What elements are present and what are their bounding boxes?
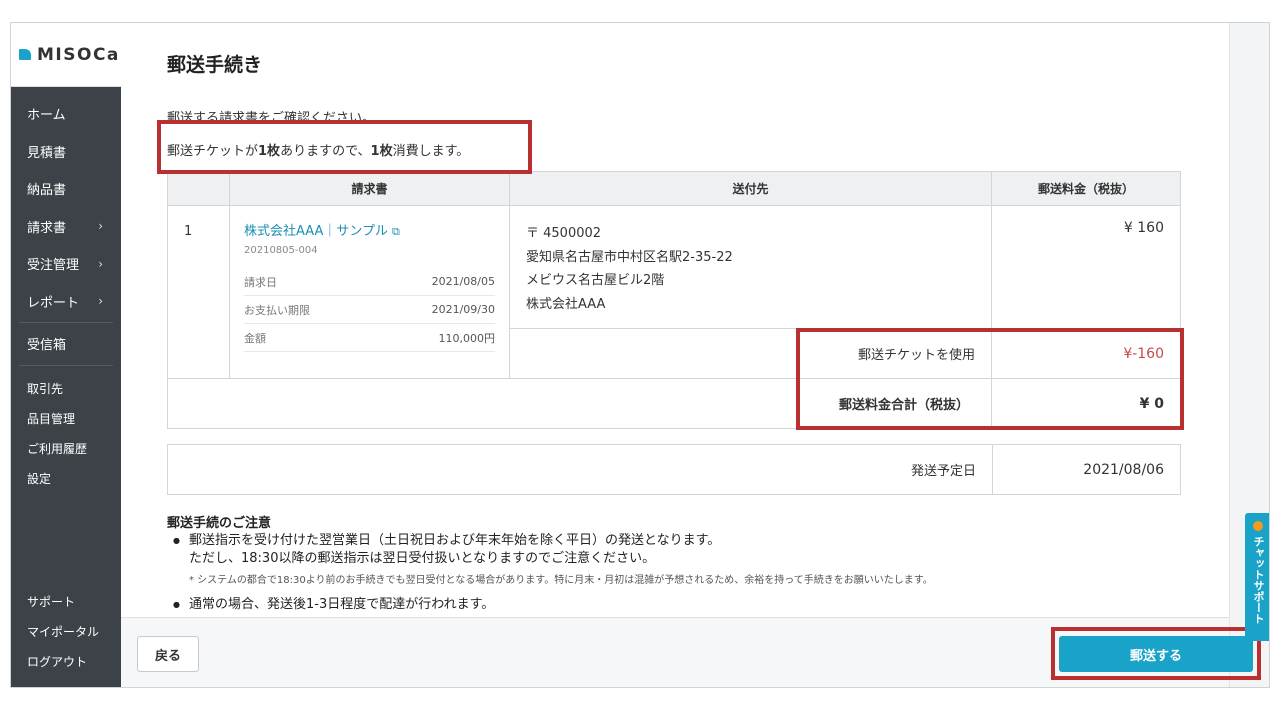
sidebar-item-label: 納品書 (27, 183, 67, 199)
field-value: 2021/08/05 (431, 275, 495, 288)
column-header-destination: 送付先 (509, 171, 992, 206)
invoice-number: 20210805-004 (244, 245, 318, 256)
chevron-right-icon: › (98, 294, 103, 309)
sidebar: MISOCa ホーム 見積書 納品書 請求書 › 受注管理 › レポート › 受信箱 … (11, 23, 121, 687)
sidebar-item-inbox[interactable]: 受信箱 (11, 325, 121, 363)
sidebar-item-logout[interactable]: ログアウト (11, 646, 121, 676)
footer-bar: 戻る 郵送する (121, 617, 1261, 687)
invoice-cell: 株式会社AAA｜サンプル ⧉ 20210805-004 請求日 2021/08/05… (229, 205, 510, 379)
sidebar-item-delivery-notes[interactable]: 納品書 (11, 170, 121, 208)
back-button[interactable]: 戻る (137, 636, 199, 672)
brand-name: MISOCa (37, 44, 120, 65)
sidebar-item-products[interactable]: 品目管理 (11, 403, 121, 433)
app-window: MISOCa ホーム 見積書 納品書 請求書 › 受注管理 › レポート › 受信箱 … (10, 22, 1270, 688)
sidebar-item-label: サポート (27, 594, 76, 609)
sidebar-item-orders[interactable]: 受注管理 › (11, 245, 121, 283)
sidebar-item-settings[interactable]: 設定 (11, 463, 121, 493)
sidebar-item-usage-history[interactable]: ご利用履歴 (11, 433, 121, 463)
brand-logo[interactable]: MISOCa (11, 23, 121, 87)
field-value: 110,000円 (438, 331, 496, 345)
sidebar-item-quotes[interactable]: 見積書 (11, 133, 121, 171)
external-link-icon: ⧉ (392, 225, 400, 238)
shipping-date-value: 2021/08/06 (992, 444, 1181, 495)
page-title: 郵送手続き (167, 54, 263, 76)
notes-list: 郵送指示を受け付けた翌営業日（土日祝日および年末年始を除く平日）の発送となります… (167, 532, 1167, 568)
invoice-field-row: 請求日 2021/08/05 (244, 268, 495, 296)
sidebar-item-label: 設定 (27, 471, 52, 486)
shipping-date-label: 発送予定日 (167, 444, 993, 495)
sidebar-item-label: ホーム (27, 108, 66, 124)
highlight-box (157, 120, 532, 174)
building: メビウス名古屋ビル2階 (526, 273, 665, 288)
sidebar-divider (19, 364, 113, 366)
row-number: 1 (167, 205, 230, 379)
column-header-invoice: 請求書 (229, 171, 510, 206)
sidebar-nav-footer: サポート マイポータル ログアウト (11, 586, 121, 676)
sidebar-item-label: 見積書 (27, 145, 67, 161)
invoice-name: 株式会社AAA｜サンプル (244, 224, 389, 239)
status-dot-icon (1253, 521, 1263, 531)
sidebar-item-label: ログアウト (27, 654, 88, 669)
address: 愛知県名古屋市中村区名駅2-35-22 (526, 249, 733, 265)
invoice-field-row: お支払い期限 2021/09/30 (244, 296, 495, 324)
shipping-date-row: 発送予定日 2021/08/06 (167, 444, 1181, 495)
column-header-num (167, 171, 230, 206)
sidebar-item-support[interactable]: サポート (11, 586, 121, 616)
field-label: お支払い期限 (244, 303, 310, 317)
invoice-link[interactable]: 株式会社AAA｜サンプル ⧉ (244, 220, 495, 239)
fee-value: ¥ 160 (991, 205, 1181, 329)
sidebar-divider (19, 322, 113, 323)
notes-text: 通常の場合、発送後1-3日程度で配達が行われます。 (189, 597, 495, 612)
sidebar-item-label: 取引先 (27, 381, 64, 396)
shipping-date-table: 発送予定日 2021/08/06 (167, 444, 1181, 495)
sidebar-item-label: マイポータル (27, 624, 100, 639)
sidebar-item-invoices[interactable]: 請求書 › (11, 208, 121, 246)
sidebar-nav-secondary: 取引先 品目管理 ご利用履歴 設定 (11, 373, 121, 493)
sidebar-item-label: 受信箱 (27, 338, 67, 354)
chevron-right-icon: › (98, 219, 103, 234)
sidebar-nav-primary: ホーム 見積書 納品書 請求書 › 受注管理 › レポート › 受信箱 (11, 95, 121, 368)
invoice-field-row: 金額 110,000円 (244, 324, 495, 352)
table-header-row: 請求書 送付先 郵送料金（税抜） (167, 171, 1181, 206)
chat-support-tab[interactable]: チャットサポート (1245, 513, 1269, 641)
field-label: 金額 (244, 331, 266, 345)
sidebar-item-label: レポート (27, 295, 80, 311)
mailing-notes: 郵送手続のご注意 郵送指示を受け付けた翌営業日（土日祝日および年末年始を除く平日… (167, 512, 1167, 614)
highlight-box (1051, 627, 1261, 680)
logo-mark-icon (19, 49, 31, 60)
field-value: 2021/09/30 (431, 303, 495, 316)
destination-cell: 〒 4500002 愛知県名古屋市中村区名駅2-35-22 メビウス名古屋ビル2… (509, 205, 992, 329)
postal-code: 〒 4500002 (526, 226, 602, 241)
sidebar-item-label: ご利用履歴 (27, 441, 88, 456)
notes-list: 通常の場合、発送後1-3日程度で配達が行われます。 (167, 596, 1167, 614)
column-header-fee: 郵送料金（税抜） (991, 171, 1181, 206)
company-name: 株式会社AAA (526, 296, 606, 312)
main-content: 郵送手続き 郵送する請求書をご確認ください。 郵送チケットが1枚ありますので、1… (121, 23, 1229, 617)
notes-fine-print: * システムの都合で18:30より前のお手続きでも翌日受付となる場合があります。… (189, 575, 933, 586)
notes-title: 郵送手続のご注意 (167, 516, 272, 531)
sidebar-item-my-portal[interactable]: マイポータル (11, 616, 121, 646)
chat-support-label: チャットサポート (1252, 536, 1265, 624)
chevron-right-icon: › (98, 256, 103, 271)
notes-text: ただし、18:30以降の郵送指示は翌日受付扱いとなりますのでご注意ください。 (189, 551, 656, 566)
sidebar-item-label: 受注管理 (27, 258, 80, 274)
field-label: 請求日 (244, 275, 277, 289)
table-row: 1 株式会社AAA｜サンプル ⧉ 20210805-004 請求日 2021/08/… (167, 205, 1181, 379)
highlight-box (796, 328, 1184, 430)
notes-item: 郵送指示を受け付けた翌営業日（土日祝日および年末年始を除く平日）の発送となります… (167, 532, 1167, 568)
sidebar-item-home[interactable]: ホーム (11, 95, 121, 133)
sidebar-item-clients[interactable]: 取引先 (11, 373, 121, 403)
sidebar-item-label: 品目管理 (27, 411, 76, 426)
notes-item: 通常の場合、発送後1-3日程度で配達が行われます。 (167, 596, 1167, 614)
sidebar-item-reports[interactable]: レポート › (11, 283, 121, 321)
sidebar-item-label: 請求書 (27, 220, 67, 236)
notes-text: 郵送指示を受け付けた翌営業日（土日祝日および年末年始を除く平日）の発送となります… (189, 533, 721, 548)
